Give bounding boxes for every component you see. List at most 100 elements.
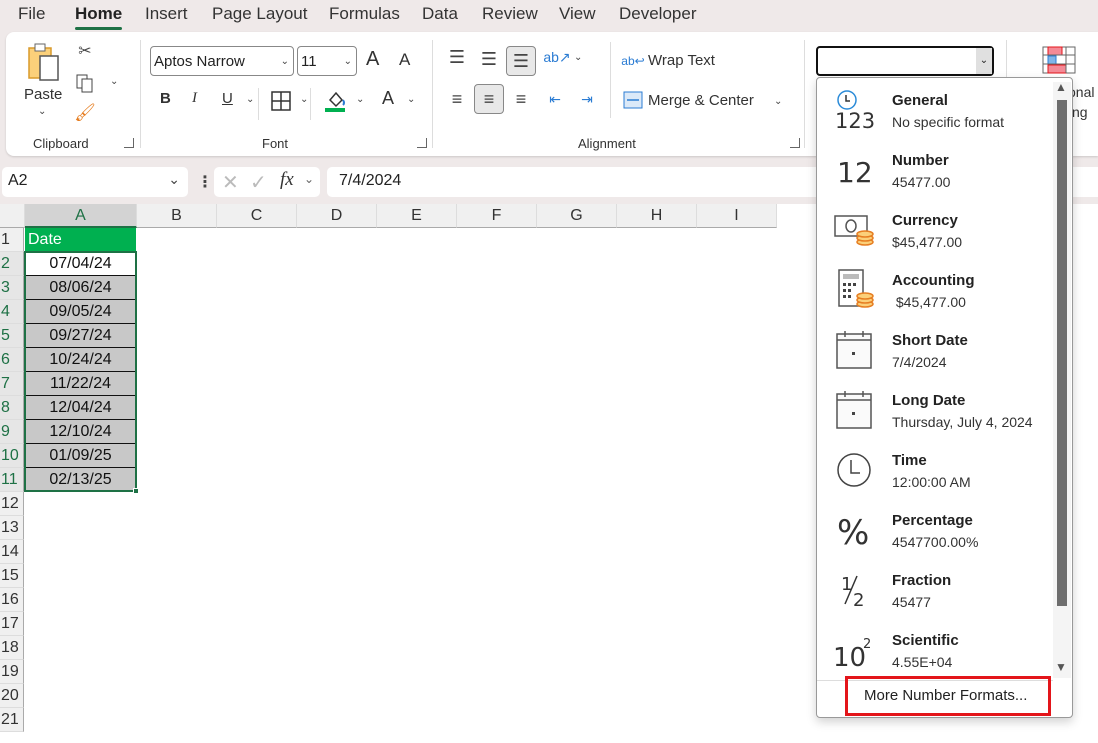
select-all-corner[interactable] <box>0 204 25 228</box>
row-header-11[interactable]: 11 <box>0 468 24 492</box>
tab-insert[interactable]: Insert <box>145 4 188 24</box>
column-header-f[interactable]: F <box>457 204 537 228</box>
increase-font-size-button[interactable]: A <box>366 48 379 71</box>
number-format-option-number[interactable]: 12 Number 45477.00 <box>817 140 1053 200</box>
row-header-19[interactable]: 19 <box>0 660 24 684</box>
wrap-text-button[interactable]: Wrap Text <box>648 52 715 69</box>
chevron-down-icon[interactable]: ⌄ <box>976 48 992 74</box>
row-header-21[interactable]: 21 <box>0 708 24 732</box>
cell-a9[interactable]: 12/10/24 <box>25 420 136 444</box>
name-box[interactable]: A2 ⌄ <box>2 167 188 197</box>
number-format-option-general[interactable]: 123 General No specific format <box>817 80 1053 140</box>
tab-home[interactable]: Home <box>75 4 123 30</box>
alignment-launcher-icon[interactable] <box>790 138 800 148</box>
number-format-option-long-date[interactable]: Long Date Thursday, July 4, 2024 <box>817 380 1053 440</box>
tab-developer[interactable]: Developer <box>619 4 697 24</box>
merge-center-button[interactable]: Merge & Center <box>648 92 754 109</box>
top-align-icon[interactable]: ☰ <box>446 46 468 68</box>
more-options-icon[interactable]: ⋮ <box>197 172 213 192</box>
scrollbar-thumb[interactable] <box>1057 100 1067 606</box>
cancel-icon[interactable]: ✕ <box>222 170 239 195</box>
orientation-icon[interactable]: ab↗ <box>543 46 570 68</box>
clipboard-launcher-icon[interactable] <box>124 138 134 148</box>
cell-a7[interactable]: 11/22/24 <box>25 372 136 396</box>
number-format-option-percentage[interactable]: % Percentage 4547700.00% <box>817 500 1053 560</box>
row-header-5[interactable]: 5 <box>0 324 24 348</box>
middle-align-icon[interactable]: ☰ <box>478 48 500 70</box>
align-center-icon[interactable]: ≡ <box>474 84 504 114</box>
merge-center-icon[interactable] <box>622 90 644 110</box>
decrease-indent-icon[interactable]: ⇤ <box>544 88 566 110</box>
row-header-10[interactable]: 10 <box>0 444 24 468</box>
row-header-9[interactable]: 9 <box>0 420 24 444</box>
row-header-15[interactable]: 15 <box>0 564 24 588</box>
font-size-combo[interactable]: 11 ⌄ <box>297 46 357 76</box>
align-right-icon[interactable]: ≡ <box>510 88 532 110</box>
row-header-13[interactable]: 13 <box>0 516 24 540</box>
scroll-up-icon[interactable]: ▲ <box>1055 80 1067 94</box>
paste-icon[interactable] <box>26 42 62 82</box>
italic-button[interactable]: I <box>192 90 197 107</box>
row-header-6[interactable]: 6 <box>0 348 24 372</box>
wrap-text-icon[interactable]: ab↩ <box>621 50 644 72</box>
tab-review[interactable]: Review <box>482 4 538 24</box>
row-header-4[interactable]: 4 <box>0 300 24 324</box>
number-format-option-time[interactable]: Time 12:00:00 AM <box>817 440 1053 500</box>
column-header-c[interactable]: C <box>217 204 297 228</box>
row-header-2[interactable]: 2 <box>0 252 24 276</box>
bottom-align-icon[interactable]: ☰ <box>506 46 536 76</box>
row-header-18[interactable]: 18 <box>0 636 24 660</box>
cell-a8[interactable]: 12/04/24 <box>25 396 136 420</box>
chevron-down-icon[interactable]: ⌄ <box>304 172 314 186</box>
orientation-chevron-icon[interactable]: ⌄ <box>574 52 582 63</box>
row-header-3[interactable]: 3 <box>0 276 24 300</box>
font-color-chevron-icon[interactable]: ⌄ <box>407 94 415 105</box>
number-format-option-currency[interactable]: Currency $45,477.00 <box>817 200 1053 260</box>
font-name-combo[interactable]: Aptos Narrow ⌄ <box>150 46 294 76</box>
cell-a11[interactable]: 02/13/25 <box>25 468 136 492</box>
row-header-12[interactable]: 12 <box>0 492 24 516</box>
bold-button[interactable]: B <box>160 90 171 107</box>
cell-a6[interactable]: 10/24/24 <box>25 348 136 372</box>
row-header-1[interactable]: 1 <box>0 228 24 252</box>
underline-chevron-icon[interactable]: ⌄ <box>246 94 254 105</box>
underline-button[interactable]: U <box>222 90 233 107</box>
merge-chevron-icon[interactable]: ⌄ <box>774 96 782 107</box>
tab-view[interactable]: View <box>559 4 596 24</box>
fill-color-icon[interactable] <box>324 88 348 114</box>
align-left-icon[interactable]: ≡ <box>446 88 468 110</box>
insert-function-icon[interactable]: fx <box>280 169 294 191</box>
row-header-20[interactable]: 20 <box>0 684 24 708</box>
tab-file[interactable]: File <box>18 4 45 24</box>
conditional-formatting-icon[interactable] <box>1042 46 1076 74</box>
cell-a10[interactable]: 01/09/25 <box>25 444 136 468</box>
increase-indent-icon[interactable]: ⇥ <box>576 88 598 110</box>
column-header-i[interactable]: I <box>697 204 777 228</box>
format-painter-icon[interactable]: 🖌 <box>74 102 96 124</box>
chevron-down-icon[interactable]: ⌄ <box>168 171 180 188</box>
conditional-formatting-label-2[interactable]: ng <box>1072 104 1088 120</box>
copy-chevron-icon[interactable]: ⌄ <box>110 76 118 87</box>
font-launcher-icon[interactable] <box>417 138 427 148</box>
column-header-g[interactable]: G <box>537 204 617 228</box>
scroll-down-icon[interactable]: ▼ <box>1055 660 1067 674</box>
cell-a5[interactable]: 09/27/24 <box>25 324 136 348</box>
more-number-formats-button[interactable]: More Number Formats... <box>845 676 1051 716</box>
paste-chevron-icon[interactable]: ⌄ <box>38 106 46 117</box>
cell-a3[interactable]: 08/06/24 <box>25 276 136 300</box>
column-header-e[interactable]: E <box>377 204 457 228</box>
paste-label[interactable]: Paste <box>24 86 62 103</box>
column-header-h[interactable]: H <box>617 204 697 228</box>
row-header-14[interactable]: 14 <box>0 540 24 564</box>
fill-handle[interactable] <box>133 488 139 494</box>
borders-icon[interactable] <box>270 90 292 112</box>
row-header-16[interactable]: 16 <box>0 588 24 612</box>
font-color-button[interactable]: A <box>382 88 394 109</box>
borders-chevron-icon[interactable]: ⌄ <box>300 94 308 105</box>
row-header-7[interactable]: 7 <box>0 372 24 396</box>
number-format-option-fraction[interactable]: 1 2 Fraction 45477 <box>817 560 1053 620</box>
cut-icon[interactable]: ✂ <box>76 40 94 62</box>
enter-icon[interactable]: ✓ <box>250 170 267 195</box>
tab-data[interactable]: Data <box>422 4 458 24</box>
number-format-option-short-date[interactable]: Short Date 7/4/2024 <box>817 320 1053 380</box>
